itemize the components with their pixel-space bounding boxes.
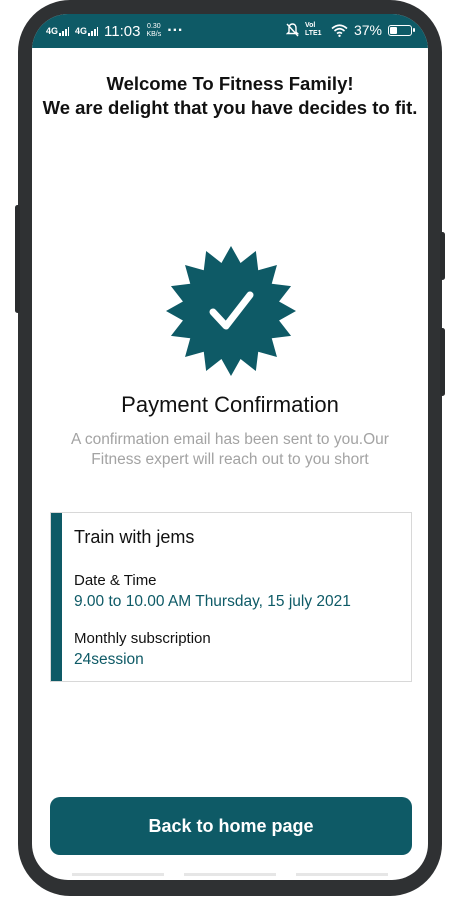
welcome-message: Welcome To Fitness Family! We are deligh… (42, 72, 418, 120)
confirmation-message: A confirmation email has been sent to yo… (71, 431, 389, 468)
verified-badge-check-icon (166, 246, 296, 376)
welcome-subtitle: We are delight that you have decides to … (42, 97, 418, 118)
booking-summary-card: Train with jems Date & Time 9.00 to 10.0… (50, 512, 412, 682)
network-speed: 0.30 KB/s (146, 23, 161, 39)
clock: 11:03 (104, 22, 141, 40)
session-title: Train with jems (74, 527, 195, 547)
nav-bar-segment (184, 873, 276, 876)
nav-bar-segment (296, 873, 388, 876)
nav-bar-segment (72, 873, 164, 876)
status-left: 4G 4G 11:03 0.30 KB/s ··· (46, 22, 183, 40)
subscription-value: 24session (74, 651, 144, 668)
signal-bars-icon (88, 26, 99, 36)
mute-bell-icon (285, 23, 299, 37)
status-right: Vol LTE1 37% (285, 22, 415, 38)
network-type-1: 4G (46, 25, 59, 36)
welcome-title: Welcome To Fitness Family! (106, 73, 354, 94)
signal-indicator-2: 4G (75, 25, 99, 36)
speed-value: 0.30 (147, 23, 161, 30)
battery-percent: 37% (353, 22, 382, 38)
card-accent-bar (51, 513, 62, 681)
phone-frame: 4G 4G 11:03 0.30 KB/s ··· Vol LTE1 37% W… (15, 0, 445, 900)
network-type-2: 4G (75, 25, 88, 36)
battery-icon (388, 24, 415, 36)
speed-unit: KB/s (146, 31, 162, 38)
subscription-label: Monthly subscription (74, 630, 211, 647)
screen: 4G 4G 11:03 0.30 KB/s ··· Vol LTE1 37% W… (32, 14, 428, 880)
wifi-icon (331, 23, 348, 37)
power-button (440, 232, 445, 280)
back-to-home-button[interactable]: Back to home page (50, 797, 412, 855)
payment-confirmation-title: Payment Confirmation (121, 392, 339, 417)
date-time-value: 9.00 to 10.00 AM Thursday, 15 july 2021 (74, 593, 351, 610)
signal-indicator-1: 4G (46, 25, 70, 36)
date-time-label: Date & Time (74, 572, 157, 589)
status-bar: 4G 4G 11:03 0.30 KB/s ··· Vol LTE1 37% (32, 14, 428, 48)
side-button (440, 328, 445, 396)
badge-star-shape (166, 246, 296, 376)
signal-bars-icon (59, 26, 70, 36)
volume-button (15, 205, 20, 313)
volte-indicator: Vol LTE1 (304, 22, 322, 37)
battery-level (390, 26, 397, 34)
more-notifications-icon: ··· (167, 22, 184, 39)
